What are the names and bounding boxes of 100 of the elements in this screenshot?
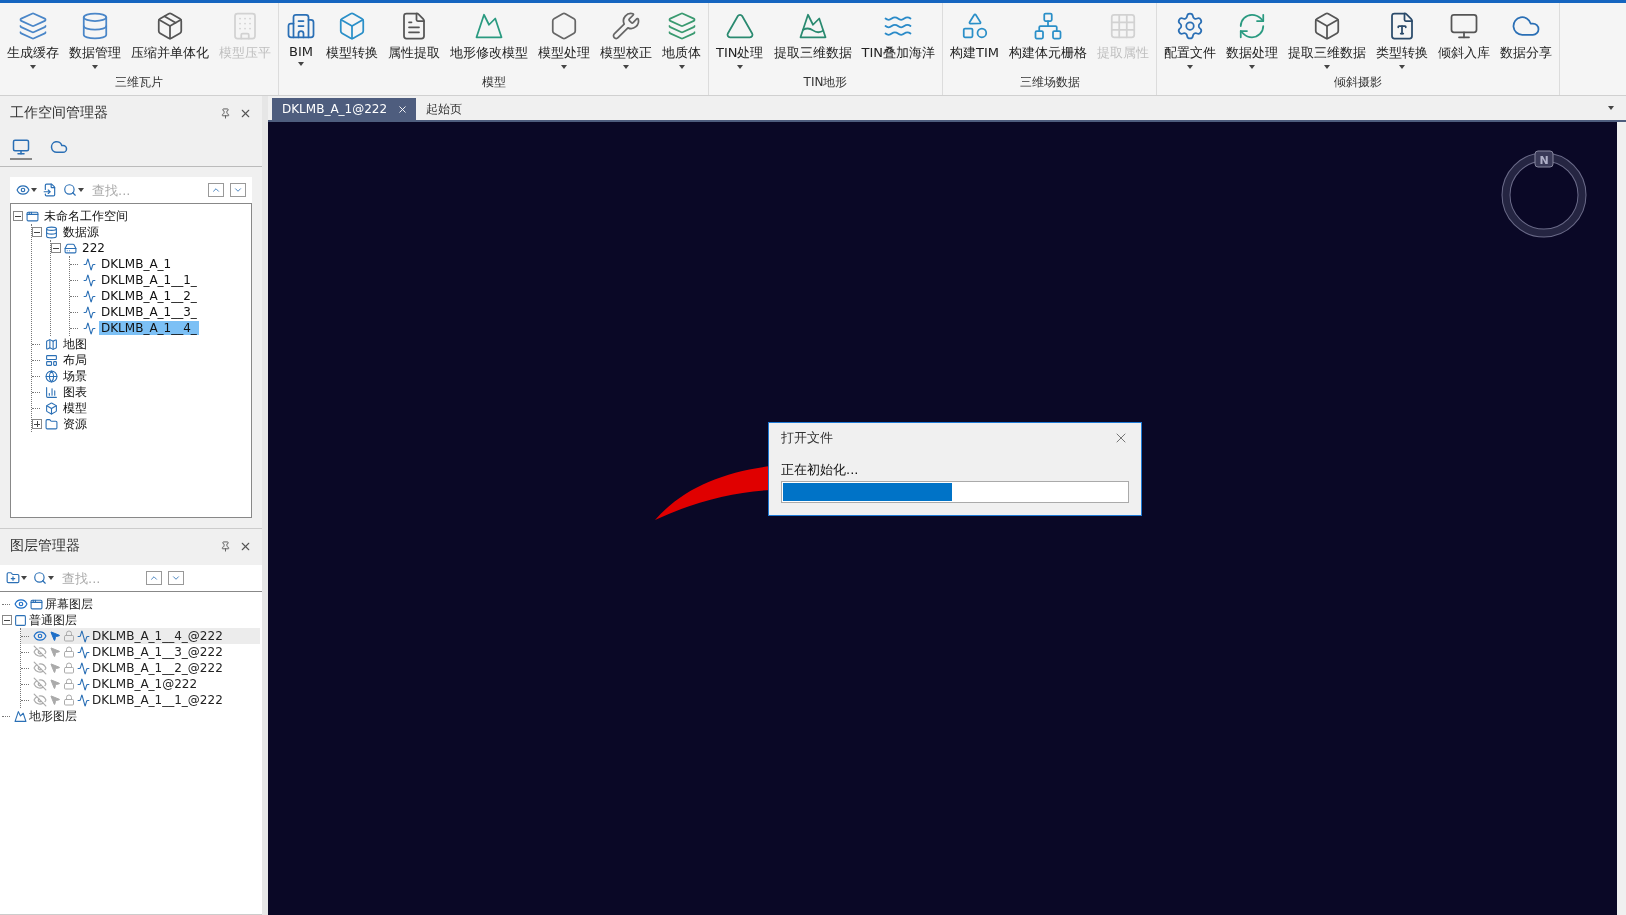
move-up-button[interactable] — [208, 183, 224, 197]
cloud-icon — [50, 138, 68, 156]
cube-icon — [337, 11, 367, 41]
network-icon — [1033, 11, 1063, 41]
triangle-icon — [724, 11, 755, 41]
hexagon-icon — [549, 11, 579, 41]
layer-row[interactable]: DKLMB_A_1__2_@222 — [21, 660, 260, 676]
terrain-dataset-icon — [83, 273, 96, 287]
document-icon[interactable] — [43, 183, 57, 197]
ribbon-button[interactable]: 配置文件 — [1159, 3, 1221, 74]
eye-menu-icon[interactable] — [16, 183, 37, 197]
layer-name: DKLMB_A_1__3_@222 — [92, 645, 223, 659]
pointer-icon[interactable] — [49, 646, 61, 658]
layer-row[interactable]: DKLMB_A_1__3_@222 — [21, 644, 260, 660]
tree-item[interactable]: 数据源 — [61, 223, 101, 241]
pin-icon[interactable] — [220, 107, 231, 119]
search-icon[interactable] — [63, 183, 84, 197]
tree-item[interactable]: 模型 — [61, 399, 89, 417]
chart-icon — [45, 385, 58, 399]
tree-item[interactable]: 地图 — [61, 335, 89, 353]
tree-item[interactable]: 资源 — [61, 415, 89, 433]
tree-item[interactable]: DKLMB_A_1__2_ — [99, 289, 199, 303]
package-icon — [155, 11, 185, 41]
caret-icon[interactable] — [1608, 106, 1614, 110]
layer-name: DKLMB_A_1__2_@222 — [92, 661, 223, 675]
eye-icon[interactable] — [33, 629, 47, 643]
move-down-button[interactable] — [230, 183, 246, 197]
eye-closed-icon[interactable] — [33, 661, 47, 675]
layer-name: DKLMB_A_1__1_@222 — [92, 693, 223, 707]
ribbon-button[interactable]: 属性提取 — [383, 3, 445, 74]
tree-item[interactable]: DKLMB_A_1 — [99, 257, 174, 271]
search-icon[interactable] — [33, 571, 54, 585]
group-label: 三维场数据 — [1018, 74, 1081, 91]
tree-item[interactable]: 图表 — [61, 383, 89, 401]
ribbon-button[interactable]: 提取三维数据 — [1283, 3, 1371, 74]
pointer-icon[interactable] — [49, 630, 61, 642]
ribbon-button[interactable]: 构建体元栅格 — [1004, 3, 1092, 74]
pointer-icon[interactable] — [49, 694, 61, 706]
layer-row[interactable]: DKLMB_A_1__1_@222 — [21, 692, 260, 708]
ribbon-button[interactable]: TIN处理 — [711, 3, 769, 74]
terrain-dataset-icon — [77, 645, 90, 659]
ribbon-button[interactable]: 模型转换 — [321, 3, 383, 74]
eye-icon[interactable] — [14, 597, 28, 611]
lock-icon[interactable] — [63, 662, 75, 674]
search-field[interactable]: 查找... — [90, 181, 184, 199]
ribbon-button[interactable]: 数据管理 — [64, 3, 126, 74]
lock-icon[interactable] — [63, 694, 75, 706]
ribbon-button[interactable]: 数据处理 — [1221, 3, 1283, 74]
move-up-button[interactable] — [146, 571, 162, 585]
pointer-icon[interactable] — [49, 662, 61, 674]
ribbon-button[interactable]: 倾斜入库 — [1433, 3, 1495, 74]
move-down-button[interactable] — [168, 571, 184, 585]
ribbon-button[interactable]: 压缩并单体化 — [126, 3, 214, 74]
ribbon-button[interactable]: 类型转换 — [1371, 3, 1433, 74]
expand-toggle[interactable] — [32, 419, 42, 429]
layer-row[interactable]: DKLMB_A_1__4_@222 — [21, 628, 260, 644]
ribbon-button[interactable]: 构建TIM — [945, 3, 1004, 74]
ribbon-button[interactable]: 提取三维数据 — [768, 3, 857, 74]
document-tab[interactable]: DKLMB_A_1@222 — [272, 98, 417, 120]
tree-item[interactable]: 场景 — [61, 367, 89, 385]
ribbon-button[interactable]: BIM — [281, 3, 321, 74]
ribbon-button[interactable]: 地质体 — [657, 3, 706, 74]
terrain-dataset-icon — [83, 321, 96, 335]
ribbon-button[interactable]: TIN叠加海洋 — [856, 3, 940, 74]
collapse-toggle[interactable] — [13, 211, 23, 221]
tree-item[interactable]: 地形图层 — [29, 707, 77, 725]
lock-icon[interactable] — [63, 678, 75, 690]
pointer-icon[interactable] — [49, 678, 61, 690]
group-label: TIN地形 — [802, 74, 849, 91]
tree-item[interactable]: 布局 — [61, 351, 89, 369]
ribbon-button[interactable]: 数据分享 — [1495, 3, 1557, 74]
layers-icon — [18, 11, 48, 41]
layer-row[interactable]: DKLMB_A_1@222 — [21, 676, 260, 692]
eye-closed-icon[interactable] — [33, 693, 47, 707]
tree-item[interactable]: 普通图层 — [29, 611, 77, 629]
eye-closed-icon[interactable] — [33, 677, 47, 691]
pin-icon[interactable] — [220, 540, 231, 552]
layout-icon — [45, 353, 58, 367]
ribbon-button[interactable]: 模型校正 — [595, 3, 657, 74]
collapse-toggle[interactable] — [2, 615, 12, 625]
collapse-toggle[interactable] — [51, 243, 61, 253]
tree-item[interactable]: 222 — [80, 241, 107, 255]
ribbon-button[interactable]: 生成缓存 — [2, 3, 64, 74]
tree-item[interactable]: DKLMB_A_1__1_ — [99, 273, 199, 287]
eye-closed-icon[interactable] — [33, 645, 47, 659]
tree-item[interactable]: DKLMB_A_1__3_ — [99, 305, 199, 319]
collapse-toggle[interactable] — [32, 227, 42, 237]
add-layer-icon[interactable] — [6, 571, 27, 585]
scene-view[interactable]: N 打开文件 正在初始化... — [268, 122, 1617, 915]
lock-icon[interactable] — [63, 646, 75, 658]
document-tab[interactable]: 起始页 — [416, 98, 471, 120]
ribbon-button[interactable]: 地形修改模型 — [445, 3, 533, 74]
tree-item[interactable]: DKLMB_A_1__4_ — [99, 321, 199, 335]
tree-item[interactable]: 未命名工作空间 — [42, 207, 130, 225]
tree-item[interactable]: 屏幕图层 — [45, 595, 93, 613]
close-icon[interactable] — [397, 103, 409, 115]
terrain-dataset-icon — [77, 693, 90, 707]
group-label: 倾斜摄影 — [1333, 74, 1383, 91]
group-label: 三维瓦片 — [114, 74, 164, 91]
ribbon-button[interactable]: 模型处理 — [533, 3, 595, 74]
